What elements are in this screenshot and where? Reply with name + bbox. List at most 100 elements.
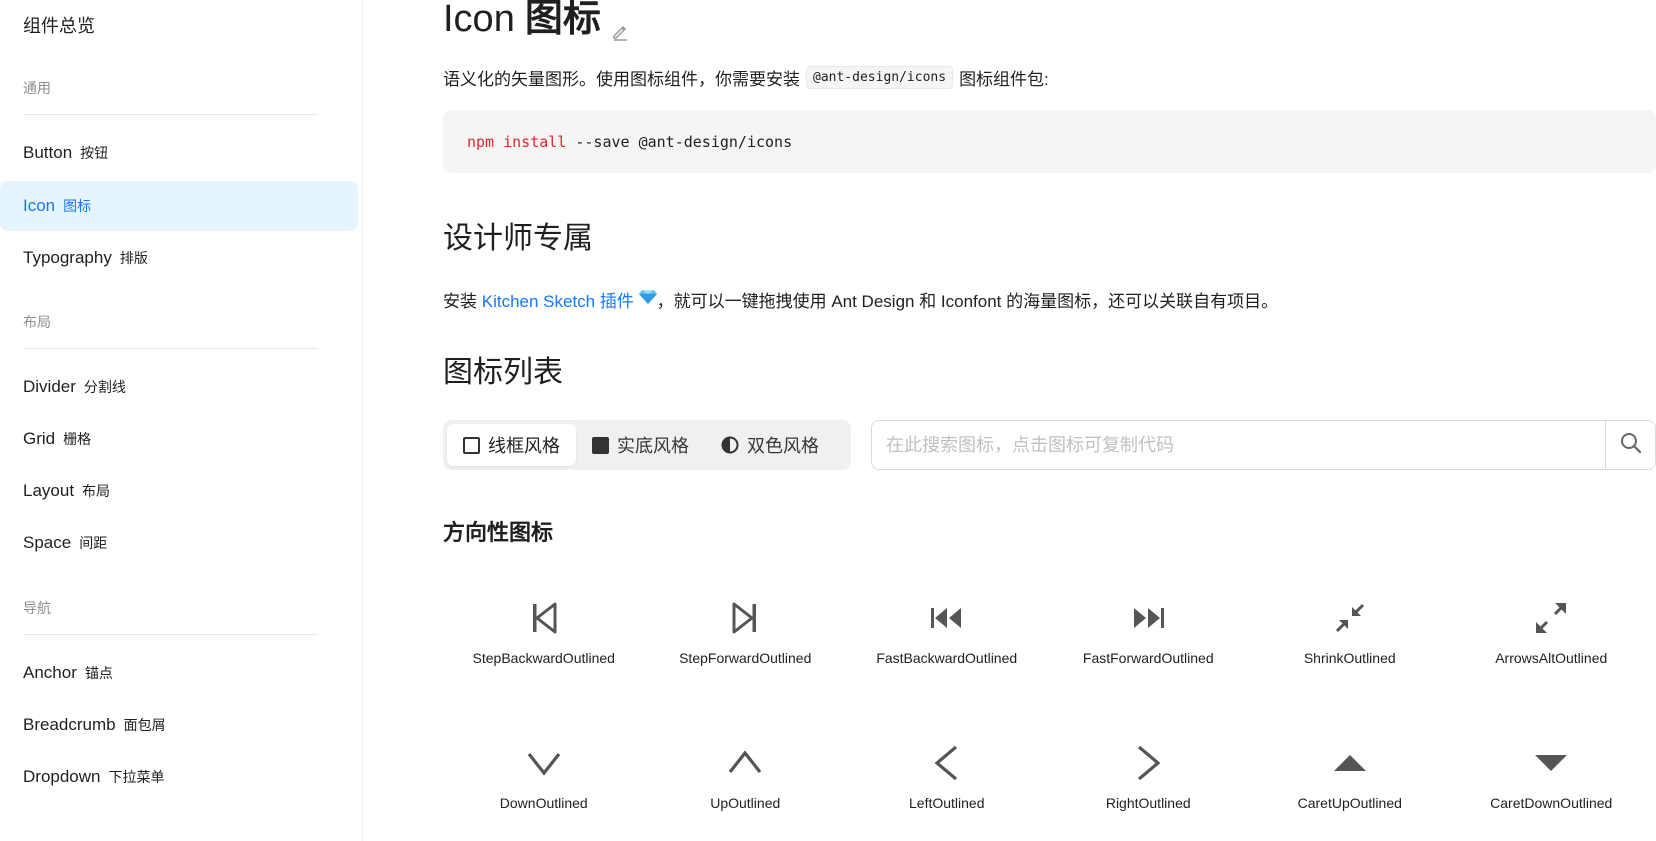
sidebar-item-sublabel: 下拉菜单	[108, 769, 165, 785]
up-icon	[728, 750, 762, 773]
designer-text: 安装 Kitchen Sketch 插件 ，就可以一键拖拽使用 Ant Desi…	[443, 287, 1278, 312]
down-icon	[527, 753, 561, 776]
sidebar-item-label: Typography	[23, 248, 112, 267]
icon-card-step-forward[interactable]: StepForwardOutlined	[645, 570, 847, 715]
icon-card-arrows-alt[interactable]: ArrowsAltOutlined	[1451, 570, 1653, 715]
search-input[interactable]	[872, 421, 1605, 469]
icon-card-fast-forward[interactable]: FastForwardOutlined	[1048, 570, 1250, 715]
search-button[interactable]	[1605, 421, 1655, 469]
icon-grid: StepBackwardOutlined StepForwardOutlined…	[443, 570, 1656, 841]
code-keyword: npm install	[467, 132, 567, 151]
designer-text-after: ，就可以一键拖拽使用 Ant Design 和 Iconfont 的海量图标，还…	[656, 292, 1279, 311]
code-rest: --save @ant-design/icons	[566, 132, 793, 151]
icon-name: FastForwardOutlined	[1082, 650, 1214, 666]
icon-name: UpOutlined	[710, 795, 781, 811]
theme-option-filled[interactable]: 实底风格	[576, 424, 705, 466]
shrink-icon	[1335, 603, 1364, 633]
sidebar-divider	[23, 114, 318, 115]
fast-forward-icon	[1134, 608, 1165, 628]
designer-heading: 设计师专属	[443, 222, 593, 255]
sidebar-item-sublabel: 按钮	[80, 145, 109, 161]
sidebar-item-label: Breadcrumb	[23, 715, 116, 734]
icon-name: StepForwardOutlined	[679, 650, 812, 666]
icon-search	[871, 420, 1656, 470]
theme-segmented: 线框风格 实底风格 双色风格	[443, 420, 851, 470]
icon-card-step-backward[interactable]: StepBackwardOutlined	[443, 570, 645, 715]
intro-text-before: 语义化的矢量图形。使用图标组件，你需要安装	[443, 70, 800, 89]
icon-card-left[interactable]: LeftOutlined	[846, 715, 1048, 841]
designer-text-before: 安装	[443, 292, 477, 311]
kitchen-link[interactable]: Kitchen Sketch 插件	[482, 287, 634, 312]
sidebar-item-typography[interactable]: Typography 排版	[0, 233, 358, 283]
sidebar-item-label: Grid	[23, 429, 56, 448]
theme-option-label: 线框风格	[488, 436, 560, 456]
sidebar-item-label: Anchor	[23, 663, 77, 682]
sidebar-item-dropdown[interactable]: Dropdown 下拉菜单	[0, 752, 358, 802]
sidebar-item-sublabel: 分割线	[83, 379, 126, 395]
sidebar-item-label: Dropdown	[23, 767, 101, 786]
icon-card-caret-down[interactable]: CaretDownOutlined	[1451, 715, 1653, 841]
caret-down-icon	[1535, 755, 1568, 771]
icon-name: FastBackwardOutlined	[876, 650, 1018, 666]
sidebar-item-breadcrumb[interactable]: Breadcrumb 面包屑	[0, 700, 358, 750]
package-code: @ant-design/icons	[806, 66, 954, 89]
icon-name: CaretDownOutlined	[1490, 795, 1613, 811]
sidebar-group-title: 通用	[23, 80, 51, 96]
icon-name: StepBackwardOutlined	[472, 650, 615, 666]
theme-option-label: 双色风格	[747, 436, 819, 456]
page-title-en: Icon	[443, 0, 515, 40]
icon-name: ShrinkOutlined	[1303, 650, 1396, 666]
sidebar-item-button[interactable]: Button 按钮	[0, 128, 358, 178]
sidebar-item-label: Icon	[23, 196, 56, 215]
icon-list-heading: 图标列表	[443, 356, 563, 389]
filled-square-icon	[592, 436, 609, 454]
edit-icon[interactable]	[611, 10, 629, 41]
icon-name: ArrowsAltOutlined	[1495, 650, 1608, 666]
sidebar-item-layout[interactable]: Layout 布局	[0, 466, 358, 516]
sidebar-divider	[23, 348, 318, 349]
sidebar-item-sublabel: 布局	[82, 483, 111, 499]
sidebar-item-sublabel: 排版	[119, 250, 148, 266]
page-title: Icon 图标	[443, 0, 629, 41]
icon-name: CaretUpOutlined	[1297, 795, 1402, 811]
sidebar-item-label: Layout	[23, 481, 75, 500]
sidebar-item-sublabel: 间距	[79, 535, 108, 551]
fast-backward-icon	[930, 608, 961, 628]
sidebar-item-sublabel: 锚点	[84, 665, 113, 681]
intro-text-after: 图标组件包:	[959, 70, 1049, 89]
icon-card-up[interactable]: UpOutlined	[645, 715, 847, 841]
caret-up-icon	[1333, 755, 1366, 771]
search-icon	[1620, 432, 1642, 459]
gem-icon	[638, 289, 657, 310]
sidebar-item-sublabel: 图标	[63, 198, 92, 214]
sidebar-item-grid[interactable]: Grid 栅格	[0, 414, 358, 464]
sidebar-item-anchor[interactable]: Anchor 锚点	[0, 648, 358, 698]
arrows-alt-icon	[1536, 603, 1567, 633]
sidebar-group-title: 布局	[23, 314, 51, 330]
outlined-square-icon	[463, 436, 480, 454]
main-content: Icon 图标 语义化的矢量图形。使用图标组件，你需要安装 @ant-desig…	[443, 0, 1656, 841]
sidebar-item-space[interactable]: Space 间距	[0, 518, 358, 568]
icon-card-caret-up[interactable]: CaretUpOutlined	[1249, 715, 1451, 841]
sidebar-item-icon[interactable]: Icon 图标	[0, 181, 358, 231]
icon-card-fast-backward[interactable]: FastBackwardOutlined	[846, 570, 1048, 715]
right-icon	[1138, 745, 1161, 781]
install-code-block: npm install --save @ant-design/icons	[443, 110, 1656, 173]
sidebar-group-title: 导航	[23, 600, 51, 616]
step-forward-icon	[732, 602, 757, 634]
step-backward-icon	[532, 602, 557, 634]
theme-option-label: 实底风格	[617, 436, 689, 456]
sidebar-item-label: Button	[23, 143, 73, 162]
page-title-zh: 图标	[524, 0, 601, 40]
icon-card-right[interactable]: RightOutlined	[1048, 715, 1250, 841]
sidebar: 组件总览 通用 Button 按钮 Icon 图标 Typography 排版 布局 …	[0, 0, 363, 841]
icon-card-down[interactable]: DownOutlined	[443, 715, 645, 841]
theme-option-twotone[interactable]: 双色风格	[705, 424, 835, 466]
category-heading: 方向性图标	[443, 520, 554, 545]
left-icon	[934, 745, 957, 781]
icon-card-shrink[interactable]: ShrinkOutlined	[1249, 570, 1451, 715]
sidebar-item-overview[interactable]: 组件总览	[23, 12, 95, 38]
sidebar-item-divider[interactable]: Divider 分割线	[0, 362, 358, 412]
twotone-circle-icon	[721, 436, 739, 454]
theme-option-outlined[interactable]: 线框风格	[447, 424, 576, 466]
